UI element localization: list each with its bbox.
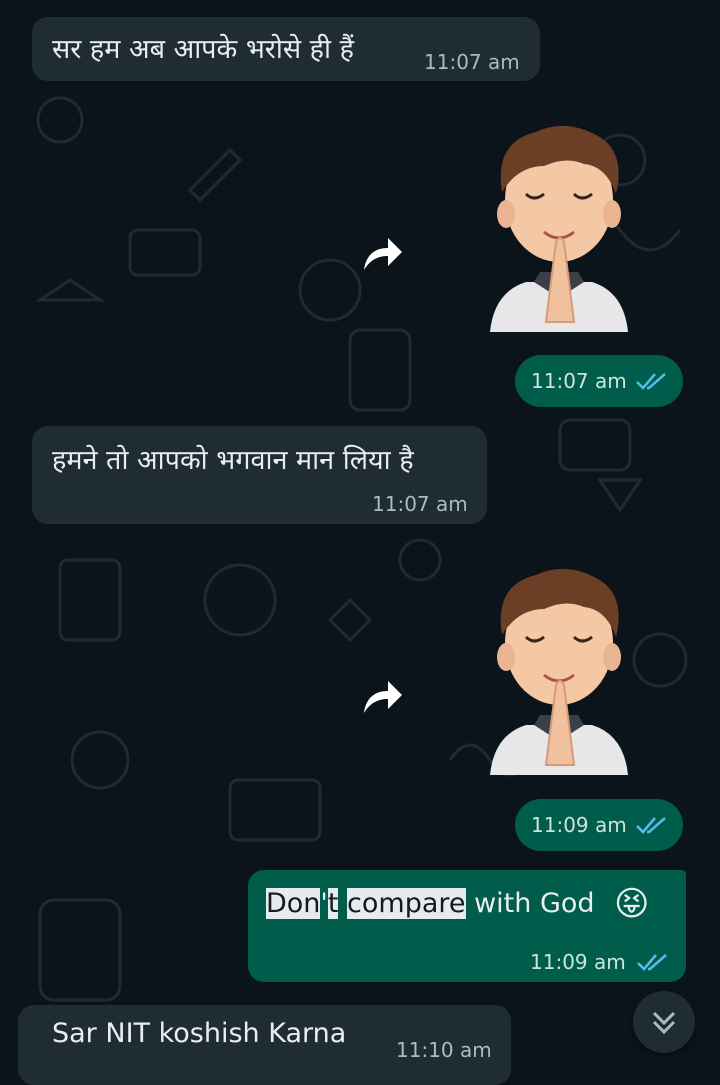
message-text: Sar NIT koshish Karna (52, 1018, 347, 1049)
message-time: 11:07 am (372, 492, 468, 516)
praying-boy-memoji-icon[interactable] (486, 122, 632, 334)
outgoing-sticker-meta: 11:07 am (515, 355, 683, 407)
incoming-message[interactable]: सर हम अब आपके भरोसे ही हैं 11:07 am (32, 17, 540, 81)
selected-text: t (327, 888, 339, 919)
praying-boy-memoji-icon[interactable] (486, 565, 632, 777)
message-time: 11:10 am (396, 1038, 492, 1062)
forward-arrow-icon[interactable] (358, 234, 406, 274)
text-fragment: ' (320, 888, 328, 919)
message-text: सर हम अब आपके भरोसे ही हैं (52, 34, 354, 65)
selected-text: Don (266, 888, 321, 919)
double-check-icon (637, 954, 667, 971)
double-chevron-down-icon (652, 1011, 676, 1035)
double-check-icon (636, 817, 666, 834)
text-fragment (338, 888, 347, 919)
scroll-to-bottom-button[interactable] (633, 991, 695, 1053)
message-time: 11:09 am (531, 813, 627, 837)
message-text: हमने तो आपको भगवान मान लिया है (52, 445, 414, 476)
message-time: 11:07 am (531, 369, 627, 393)
text-fragment: with God (465, 888, 595, 919)
outgoing-message[interactable]: Don't compare with God 😝 11:09 am (248, 870, 686, 982)
selected-text: compare (347, 888, 466, 919)
squinting-tongue-emoji: 😝 (614, 884, 650, 924)
message-text: Don't compare with God (266, 888, 595, 919)
incoming-message[interactable]: हमने तो आपको भगवान मान लिया है 11:07 am (32, 426, 487, 524)
incoming-message[interactable]: Sar NIT koshish Karna 11:10 am (18, 1005, 511, 1085)
message-time: 11:09 am (530, 950, 626, 974)
message-time: 11:07 am (424, 50, 520, 74)
double-check-icon (636, 373, 666, 390)
forward-arrow-icon[interactable] (358, 677, 406, 717)
outgoing-sticker-meta: 11:09 am (515, 799, 683, 851)
